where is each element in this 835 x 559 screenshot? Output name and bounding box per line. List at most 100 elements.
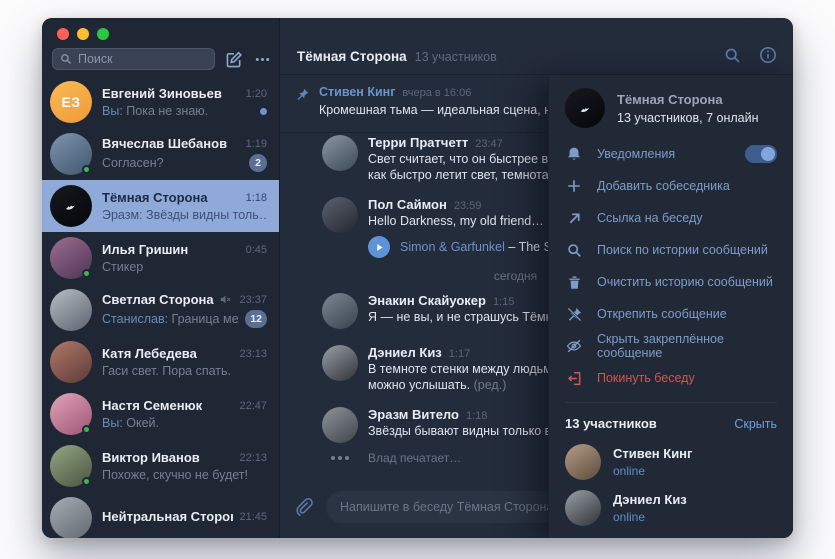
chat-list-item[interactable]: Настя Семенюк 22:47 Вы: Окей.	[42, 388, 279, 440]
pin-icon	[296, 88, 309, 132]
online-indicator	[82, 425, 91, 434]
bell-icon	[565, 146, 583, 162]
chat-preview: Гаси свет. Пора спать.	[102, 364, 267, 378]
chat-title: Тёмная Сторона	[297, 49, 407, 64]
message-search-icon[interactable]	[724, 47, 741, 64]
edited-label: (ред.)	[474, 378, 507, 392]
avatar	[50, 393, 92, 435]
menu-item-clear-history[interactable]: Очистить историю сообщений	[549, 266, 793, 298]
member-row[interactable]: Стивен Кинг online	[549, 439, 793, 485]
members-header: 13 участников Скрыть	[549, 403, 793, 439]
chat-time: 0:45	[246, 244, 267, 256]
chat-time: 22:13	[239, 452, 267, 464]
trash-icon	[565, 275, 583, 290]
info-icon[interactable]	[759, 46, 777, 64]
chat-preview: Вы: Окей.	[102, 416, 267, 430]
group-avatar[interactable]	[565, 88, 605, 128]
message-author[interactable]: Эразм Витело	[368, 407, 459, 422]
sidebar-toolbar	[52, 48, 271, 70]
hide-members-link[interactable]: Скрыть	[734, 417, 777, 431]
member-name: Дэниел Киз	[613, 492, 687, 507]
menu-label: Очистить историю сообщений	[597, 275, 773, 289]
minimize-button[interactable]	[77, 28, 89, 40]
menu-item-chat-link[interactable]: Ссылка на беседу	[549, 202, 793, 234]
notifications-toggle[interactable]	[745, 145, 777, 163]
message-time: 23:47	[475, 138, 503, 150]
compose-icon[interactable]	[226, 51, 243, 68]
sidebar: ЕЗ Евгений Зиновьев1:20 Вы: Пока не знаю…	[42, 18, 280, 538]
chat-list-item[interactable]: ЕЗ Евгений Зиновьев1:20 Вы: Пока не знаю…	[42, 76, 279, 128]
member-status: online	[613, 510, 687, 524]
close-button[interactable]	[57, 28, 69, 40]
chat-list-item[interactable]: Вячеслав Шебанов1:19 Согласен?2	[42, 128, 279, 180]
avatar	[50, 445, 92, 487]
message-author[interactable]: Энакин Скайуокер	[368, 293, 486, 308]
menu-item-leave-chat[interactable]: Покинуть беседу	[549, 362, 793, 394]
avatar[interactable]	[322, 345, 358, 381]
chat-preview: Вы: Пока не знаю.	[102, 104, 254, 118]
message-author[interactable]: Пол Саймон	[368, 197, 447, 212]
message-time: 23:59	[454, 200, 482, 212]
chat-name: Настя Семенюк	[102, 398, 202, 413]
desktop-background: ЕЗ Евгений Зиновьев1:20 Вы: Пока не знаю…	[0, 0, 835, 559]
zoom-button[interactable]	[97, 28, 109, 40]
menu-label: Скрыть закреплённое сообщение	[597, 332, 777, 360]
avatar[interactable]	[322, 407, 358, 443]
unread-badge: 2	[249, 154, 267, 172]
pinned-time: вчера в 16:06	[402, 87, 471, 99]
plus-icon	[565, 178, 583, 194]
search-input[interactable]	[78, 52, 207, 66]
chat-name: Вячеслав Шебанов	[102, 136, 227, 151]
more-icon[interactable]	[254, 51, 271, 68]
panel-header: Тёмная Сторона 13 участников, 7 онлайн	[549, 75, 793, 138]
chat-time: 1:20	[246, 88, 267, 100]
menu-label: Уведомления	[597, 147, 675, 161]
members-count: 13 участников	[565, 416, 657, 431]
menu-item-search-history[interactable]: Поиск по истории сообщений	[549, 234, 793, 266]
chat-list-item[interactable]: Нейтральная Сторона21:45	[42, 492, 279, 538]
chat-list-item[interactable]: Илья Гришин0:45 Стикер	[42, 232, 279, 284]
member-row[interactable]: Дэниел Киз online	[549, 485, 793, 531]
chat-header: Тёмная Сторона 13 участников	[280, 18, 793, 75]
online-indicator	[82, 269, 91, 278]
chat-list-item[interactable]: Светлая Сторона 23:37 Станислав: Граница…	[42, 284, 279, 336]
chat-name: Тёмная Сторона	[102, 190, 208, 205]
typing-text: Влад печатает…	[368, 451, 461, 465]
chat-list-item[interactable]: Виктор Иванов22:13 Похоже, скучно не буд…	[42, 440, 279, 492]
avatar[interactable]	[322, 293, 358, 329]
attach-icon[interactable]	[294, 497, 314, 517]
chat-preview: Похоже, скучно не будет!	[102, 468, 267, 482]
menu-item-add-member[interactable]: Добавить собеседника	[549, 170, 793, 202]
search-icon	[60, 53, 72, 65]
play-button[interactable]	[368, 236, 390, 258]
member-status: online	[613, 464, 692, 478]
message-author[interactable]: Терри Пратчетт	[368, 135, 468, 150]
conversation-info-panel: Тёмная Сторона 13 участников, 7 онлайн У…	[548, 75, 793, 538]
avatar[interactable]	[322, 135, 358, 171]
online-indicator	[82, 477, 91, 486]
search-box[interactable]	[52, 48, 215, 70]
online-indicator	[82, 165, 91, 174]
muted-icon	[220, 294, 231, 305]
menu-label: Добавить собеседника	[597, 179, 730, 193]
arrow-up-right-icon	[565, 211, 583, 226]
avatar	[565, 490, 601, 526]
group-avatar	[50, 185, 92, 227]
chat-preview: Согласен?	[102, 156, 243, 170]
chat-name: Илья Гришин	[102, 242, 188, 257]
chat-time: 22:47	[239, 400, 267, 412]
member-name: Стивен Кинг	[613, 446, 692, 461]
chat-name: Катя Лебедева	[102, 346, 197, 361]
chat-list-item-selected[interactable]: Тёмная Сторона1:18 Эразм: Звёзды видны т…	[42, 180, 279, 232]
search-icon	[565, 243, 583, 258]
avatar[interactable]	[322, 197, 358, 233]
menu-item-unpin-message[interactable]: Открепить сообщение	[549, 298, 793, 330]
chat-preview: Эразм: Звёзды видны толь…	[102, 208, 267, 222]
dark-side-emblem	[576, 99, 595, 118]
chat-list-item[interactable]: Катя Лебедева23:13 Гаси свет. Пора спать…	[42, 336, 279, 388]
menu-item-hide-pinned[interactable]: Скрыть закреплённое сообщение	[549, 330, 793, 362]
avatar: ЕЗ	[50, 81, 92, 123]
message-author[interactable]: Дэниел Киз	[368, 345, 442, 360]
menu-item-notifications[interactable]: Уведомления	[549, 138, 793, 170]
audio-artist[interactable]: Simon & Garfunkel	[400, 240, 505, 254]
